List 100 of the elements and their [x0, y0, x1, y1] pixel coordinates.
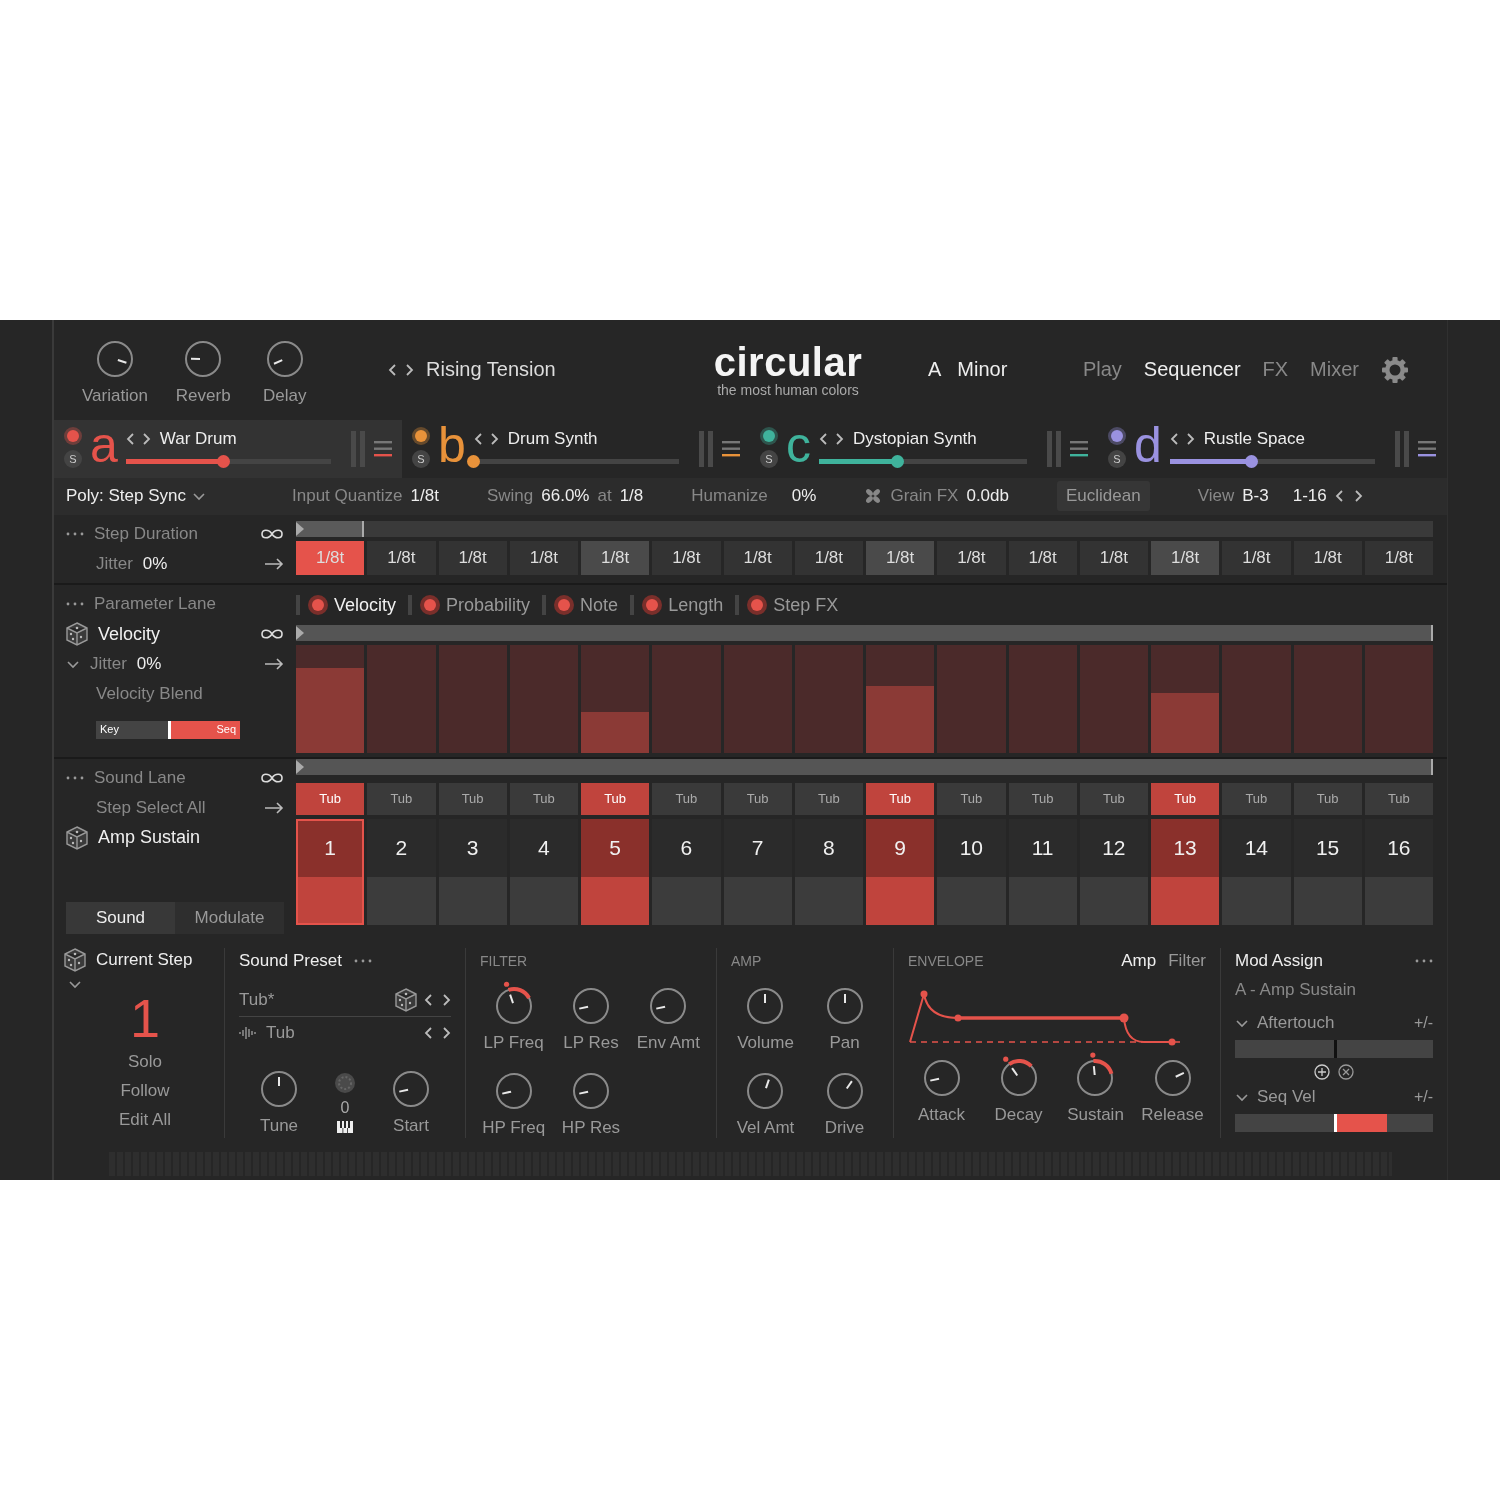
key-root[interactable]: A — [928, 358, 942, 382]
step-sound[interactable]: Tub — [937, 782, 1006, 815]
slider-thumb[interactable] — [217, 455, 231, 469]
step-sound[interactable]: Tub — [581, 782, 650, 815]
duration-cell[interactable]: 1/8t — [1364, 541, 1433, 576]
step-option[interactable]: Solo — [128, 1047, 162, 1077]
chevron-down-icon[interactable] — [68, 980, 82, 990]
select-all-link[interactable]: Step Select All — [96, 797, 206, 818]
lane-tab[interactable]: Velocity — [312, 594, 397, 616]
step-pad[interactable]: 4 — [509, 818, 578, 925]
mod-range[interactable]: +/- — [1413, 1088, 1433, 1107]
dice-icon[interactable] — [395, 988, 417, 1013]
step-sound[interactable]: Tub — [1079, 782, 1148, 815]
dice-icon[interactable] — [64, 948, 86, 973]
nav-tab[interactable]: FX — [1262, 358, 1289, 382]
chevron-right-icon[interactable] — [1352, 489, 1363, 504]
track-dot[interactable] — [763, 429, 775, 442]
nav-tab[interactable]: Mixer — [1310, 358, 1359, 382]
step-sound[interactable]: Tub — [866, 782, 935, 815]
lane-tab[interactable]: Step FX — [751, 594, 839, 616]
step-sound[interactable]: Tub — [794, 782, 863, 815]
duration-cell[interactable]: 1/8t — [1151, 541, 1220, 576]
more-icon[interactable] — [1415, 959, 1433, 964]
nav-tab[interactable]: Play — [1082, 358, 1122, 382]
lane-tab[interactable]: Length — [646, 594, 724, 616]
track-dot[interactable] — [67, 429, 79, 442]
chevron-right-icon[interactable] — [1184, 431, 1195, 446]
jitter-value[interactable]: 0% — [136, 654, 162, 675]
duration-cell[interactable]: 1/8t — [367, 541, 436, 576]
step-sound[interactable]: Tub — [1364, 782, 1433, 815]
menu-icon[interactable] — [1070, 440, 1088, 457]
track-name[interactable]: War Drum — [159, 428, 237, 449]
step-sound[interactable]: Tub — [438, 782, 507, 815]
track-name[interactable]: Drum Synth — [507, 428, 598, 449]
step-pad[interactable]: 16 — [1364, 818, 1433, 925]
slider-thumb[interactable] — [466, 455, 480, 469]
mode-tab[interactable]: Sound — [66, 902, 175, 935]
chevron-right-icon[interactable] — [140, 431, 151, 446]
step-sound[interactable]: Tub — [296, 782, 365, 815]
loop-icon[interactable] — [260, 771, 284, 784]
step-pad[interactable]: 13 — [1151, 818, 1220, 925]
track-dot[interactable] — [415, 429, 427, 442]
step-pad[interactable]: 3 — [438, 818, 507, 925]
step-pad[interactable]: 1 — [296, 818, 365, 925]
arrow-right-icon[interactable] — [264, 658, 284, 671]
jitter-value[interactable]: 0% — [142, 554, 168, 575]
blend-slider[interactable]: Key Seq — [96, 721, 240, 740]
chevron-down-icon[interactable] — [66, 659, 80, 669]
remove-icon[interactable] — [1338, 1064, 1354, 1081]
step-pad[interactable]: 11 — [1008, 818, 1077, 925]
param-value[interactable]: 0.0db — [966, 486, 1009, 507]
chevron-right-icon[interactable] — [441, 1026, 451, 1041]
chevron-left-icon[interactable] — [819, 431, 829, 446]
duration-cell[interactable]: 1/8t — [1079, 541, 1148, 576]
chevron-right-icon[interactable] — [488, 431, 499, 446]
loop-icon[interactable] — [260, 528, 284, 541]
lane-tab[interactable]: Note — [558, 594, 619, 616]
sample-name[interactable]: Tub — [266, 1023, 295, 1044]
arrow-right-icon[interactable] — [264, 558, 284, 571]
chevron-down-icon[interactable] — [192, 491, 206, 501]
chevron-left-icon[interactable] — [1334, 489, 1345, 504]
duration-cell[interactable]: 1/8t — [1008, 541, 1077, 576]
transpose-value[interactable]: 0 — [340, 1099, 350, 1118]
step-pad[interactable]: 5 — [581, 818, 650, 925]
step-sound[interactable]: Tub — [1222, 782, 1291, 815]
step-range[interactable]: 1-16 — [1292, 486, 1327, 507]
track-panel[interactable]: S c Dystopian Synth — [750, 419, 1098, 478]
chevron-right-icon[interactable] — [404, 362, 414, 377]
envelope-tab[interactable]: Filter — [1168, 951, 1206, 972]
duration-cell[interactable]: 1/8t — [723, 541, 792, 576]
step-option[interactable]: Edit All — [119, 1105, 171, 1135]
piano-icon[interactable] — [337, 1121, 353, 1134]
track-name[interactable]: Dystopian Synth — [853, 428, 977, 449]
track-badge[interactable]: S — [412, 449, 430, 468]
chevron-left-icon[interactable] — [388, 362, 398, 377]
nav-tab[interactable]: Sequencer — [1143, 358, 1241, 382]
track-badge[interactable]: S — [1108, 449, 1126, 468]
menu-icon[interactable] — [1418, 440, 1436, 457]
track-panel[interactable]: S d Rustle Space — [1098, 419, 1446, 478]
chevron-down-icon[interactable] — [1235, 1092, 1249, 1102]
step-sound[interactable]: Tub — [723, 782, 792, 815]
more-icon[interactable] — [66, 775, 84, 780]
track-panel[interactable]: S a War Drum — [54, 419, 402, 478]
step-option[interactable]: Follow — [120, 1076, 170, 1106]
euclidean-button[interactable]: Euclidean — [1057, 481, 1150, 512]
envelope-tab[interactable]: Amp — [1121, 951, 1157, 972]
menu-icon[interactable] — [722, 440, 740, 457]
chevron-right-icon[interactable] — [834, 431, 844, 446]
duration-cell[interactable]: 1/8t — [581, 541, 650, 576]
step-sound[interactable]: Tub — [1008, 782, 1077, 815]
step-pad[interactable]: 2 — [367, 818, 436, 925]
mod-source[interactable]: Seq Vel — [1257, 1087, 1316, 1108]
duration-cell[interactable]: 1/8t — [866, 541, 935, 576]
step-sound[interactable]: Tub — [509, 782, 578, 815]
step-pad[interactable]: 15 — [1293, 818, 1362, 925]
more-icon[interactable] — [66, 602, 84, 607]
track-badge[interactable]: S — [760, 449, 778, 468]
step-pad[interactable]: 6 — [652, 818, 721, 925]
key-scale[interactable]: Minor — [957, 358, 1008, 382]
step-pad[interactable]: 7 — [723, 818, 792, 925]
